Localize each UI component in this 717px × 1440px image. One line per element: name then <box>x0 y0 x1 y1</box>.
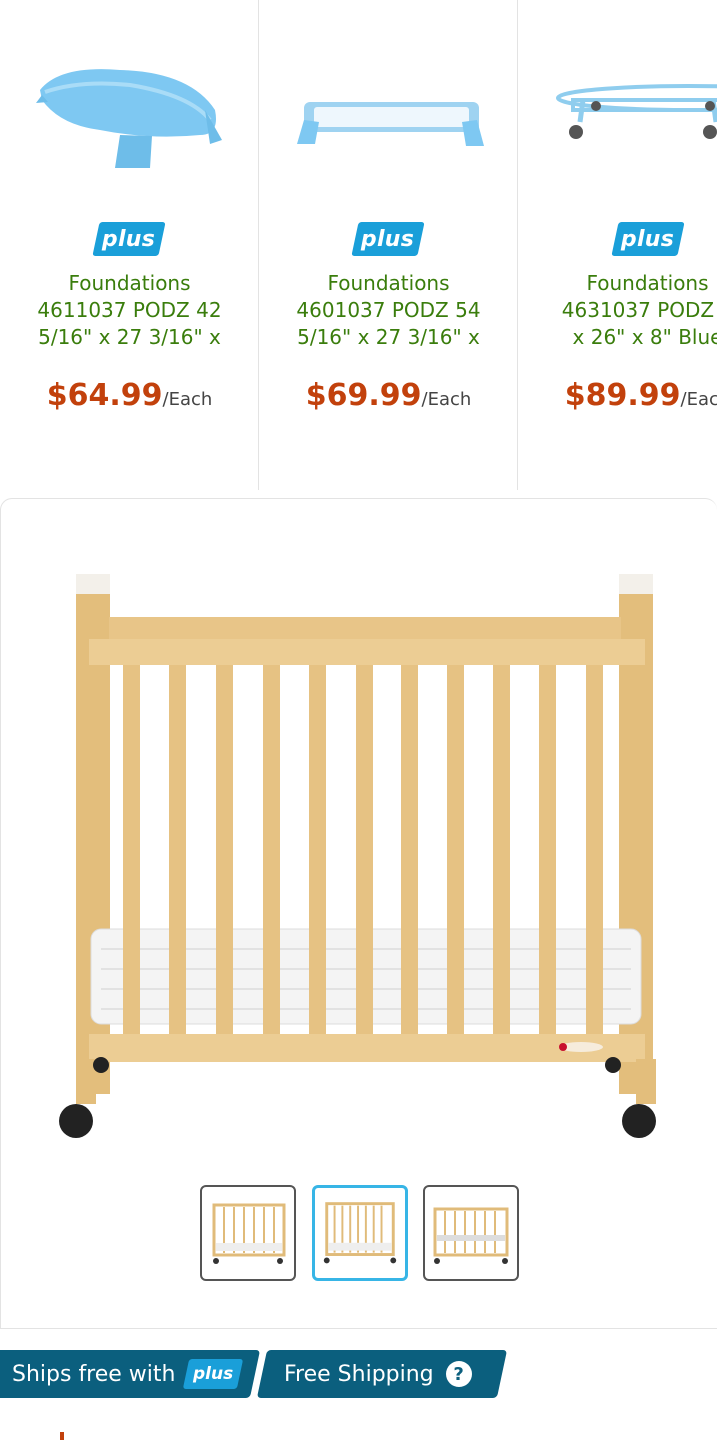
cot-image[interactable] <box>259 40 518 190</box>
free-shipping-label: Free Shipping <box>284 1361 434 1387</box>
help-icon[interactable]: ? <box>445 1361 472 1387</box>
price-unit: /Each <box>421 389 472 410</box>
main-product-image[interactable] <box>41 569 681 1149</box>
product-title[interactable]: Foundations 4611037 PODZ 42 5/16" x 27 3… <box>0 270 259 354</box>
plus-badge: plus <box>182 1359 243 1389</box>
ships-free-label: Ships free with <box>12 1361 176 1387</box>
thumbnail-angle-view[interactable] <box>200 1185 296 1281</box>
ships-free-banner: Ships free with plus <box>12 1350 243 1398</box>
thumbnail-side-view[interactable] <box>423 1185 519 1281</box>
product-title[interactable]: Foundations 4631037 PODZ 5 x 26" x 8" Bl… <box>518 270 717 354</box>
product-price: $89.99 <box>564 378 681 413</box>
price-row: $69.99/Each <box>259 378 518 413</box>
plus-badge: plus <box>92 222 166 256</box>
thumbnail-strip <box>1 1185 717 1281</box>
related-products-carousel[interactable]: plus Foundations 4611037 PODZ 42 5/16" x… <box>0 0 717 490</box>
price-row: $89.99/Each <box>518 378 717 413</box>
product-gallery <box>0 498 717 1328</box>
plus-badge: plus <box>351 222 425 256</box>
price-unit: /Each <box>680 389 717 410</box>
price-row: $64.99/Each <box>0 378 259 413</box>
price-unit: /Each <box>162 389 213 410</box>
product-price: $64.99 <box>46 378 163 413</box>
section-divider <box>0 1328 717 1329</box>
free-shipping-banner: Free Shipping ? <box>284 1350 472 1398</box>
product-card[interactable]: plus Foundations 4601037 PODZ 54 5/16" x… <box>259 0 518 490</box>
product-card[interactable]: plus Foundations 4631037 PODZ 5 x 26" x … <box>518 0 717 490</box>
bath-sling-image[interactable] <box>0 40 259 190</box>
price-stub <box>60 1432 64 1440</box>
product-card[interactable]: plus Foundations 4611037 PODZ 42 5/16" x… <box>0 0 259 490</box>
product-title[interactable]: Foundations 4601037 PODZ 54 5/16" x 27 3… <box>259 270 518 354</box>
cot-carrier-image[interactable] <box>518 40 717 190</box>
thumbnail-front-view[interactable] <box>312 1185 408 1281</box>
product-price: $69.99 <box>305 378 422 413</box>
plus-badge: plus <box>610 222 685 256</box>
